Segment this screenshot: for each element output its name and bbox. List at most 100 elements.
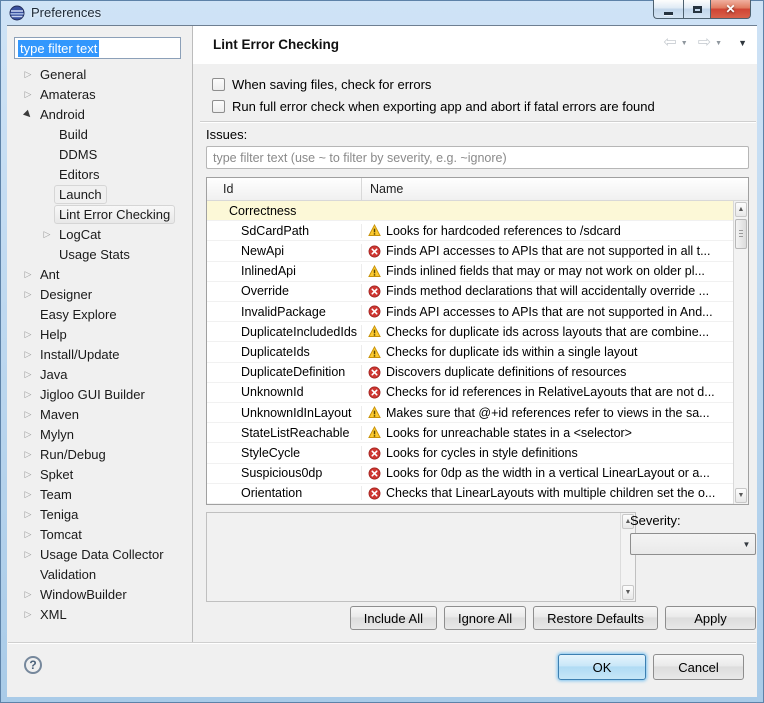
sidebar-item-label: Java [40,366,68,382]
sidebar-item-java[interactable]: ▷ Java [9,364,191,384]
checkbox-row-export-check[interactable]: Run full error check when exporting app … [212,99,655,114]
checkbox-export-check[interactable] [212,100,225,113]
sidebar-item-usage-data-collector[interactable]: ▷ Usage Data Collector [9,544,191,564]
expand-arrow-icon[interactable]: ▷ [21,549,35,560]
forward-history-dropdown-icon[interactable]: ▼ [715,40,722,47]
sidebar-item-amateras[interactable]: ▷ Amateras [9,84,191,104]
view-menu-button[interactable]: ▼ [738,38,747,48]
minimize-button[interactable] [653,0,683,19]
table-scrollbar[interactable]: ▲ ▼ [733,201,748,504]
sidebar-item-jigloo-gui-builder[interactable]: ▷ Jigloo GUI Builder [9,384,191,404]
sidebar-item-editors[interactable]: Editors [9,164,191,184]
table-row[interactable]: InvalidPackage Finds API accesses to APIs… [207,302,733,323]
expand-arrow-icon[interactable]: ▷ [21,89,35,100]
severity-select[interactable]: ▼ [630,533,756,555]
column-header-name[interactable]: Name [362,178,733,200]
forward-button[interactable]: ⇨ [698,35,711,51]
expand-arrow-icon[interactable]: ▷ [21,329,35,340]
expand-arrow-icon[interactable]: ▷ [21,509,35,520]
issue-description: Makes sure that @+id references refer to… [386,405,710,420]
back-history-dropdown-icon[interactable]: ▼ [681,40,688,47]
scroll-down-icon[interactable]: ▼ [735,488,747,503]
sidebar-item-windowbuilder[interactable]: ▷ WindowBuilder [9,584,191,604]
column-header-id[interactable]: Id [207,178,362,200]
error-icon [368,467,381,480]
table-row[interactable]: Suspicious0dp Looks for 0dp as the width … [207,464,733,484]
sidebar-item-lint-error-checking[interactable]: Lint Error Checking [9,204,191,224]
table-row[interactable]: Orientation Checks that LinearLayouts wit… [207,484,733,505]
expand-arrow-icon[interactable]: ▷ [21,609,35,620]
table-row[interactable]: Correctness [207,201,733,222]
sidebar-item-ant[interactable]: ▷ Ant [9,264,191,284]
scrollbar-thumb[interactable] [735,219,747,249]
expand-arrow-icon[interactable]: ▷ [21,389,35,400]
sidebar-item-team[interactable]: ▷ Team [9,484,191,504]
restore-defaults-button[interactable]: Restore Defaults [533,606,658,630]
sidebar-item-designer[interactable]: ▷ Designer [9,284,191,304]
checkbox-save-check[interactable] [212,78,225,91]
issues-filter-input[interactable] [206,146,749,169]
sidebar-item-android[interactable]: ▶ Android [9,104,191,124]
sidebar-item-launch[interactable]: Launch [9,184,191,204]
scroll-up-icon[interactable]: ▲ [735,202,747,217]
expand-arrow-icon[interactable]: ▷ [21,409,35,420]
scroll-down-icon[interactable]: ▼ [622,585,634,600]
help-button[interactable]: ? [24,656,42,674]
checkbox-row-save-check[interactable]: When saving files, check for errors [212,77,431,92]
sidebar-item-spket[interactable]: ▷ Spket [9,464,191,484]
titlebar[interactable]: Preferences ✕ [0,0,764,25]
apply-button[interactable]: Apply [665,606,756,630]
table-row[interactable]: DuplicateIds Checks for duplicate ids wit… [207,342,733,363]
sidebar-item-install-update[interactable]: ▷ Install/Update [9,344,191,364]
table-row[interactable]: StyleCycle Looks for cycles in style defi… [207,443,733,464]
table-row[interactable]: StateListReachable Looks for unreachable … [207,423,733,444]
error-icon [368,386,381,399]
expand-arrow-icon[interactable]: ▷ [40,229,54,240]
sidebar-item-help[interactable]: ▷ Help [9,324,191,344]
expand-arrow-icon[interactable]: ▷ [21,429,35,440]
expand-arrow-icon[interactable]: ▷ [21,69,35,80]
expand-arrow-icon[interactable]: ▷ [21,269,35,280]
issue-name-cell: Finds API accesses to APIs that are not … [362,305,733,319]
include-all-button[interactable]: Include All [349,606,437,630]
tree-filter-input[interactable]: type filter text [14,37,181,59]
table-row[interactable]: Override Finds method declarations that w… [207,282,733,303]
sidebar-item-label: Run/Debug [40,446,106,462]
expand-arrow-icon[interactable]: ▷ [21,369,35,380]
sidebar-item-run-debug[interactable]: ▷ Run/Debug [9,444,191,464]
expand-arrow-icon[interactable]: ▷ [21,529,35,540]
sidebar-item-general[interactable]: ▷ General [9,64,191,84]
table-row[interactable]: NewApi Finds API accesses to APIs that ar… [207,241,733,262]
table-row[interactable]: UnknownId Checks for id references in Rel… [207,383,733,404]
sidebar-item-usage-stats[interactable]: Usage Stats [9,244,191,264]
table-row[interactable]: SdCardPath Looks for hardcoded references… [207,221,733,242]
ignore-all-button[interactable]: Ignore All [443,606,527,630]
sidebar-item-xml[interactable]: ▷ XML [9,604,191,624]
sidebar-item-build[interactable]: Build [9,124,191,144]
expand-arrow-icon[interactable]: ▷ [21,449,35,460]
table-row[interactable]: InlinedApi Finds inlined fields that may … [207,262,733,282]
table-row[interactable]: DuplicateDefinition Discovers duplicate d… [207,363,733,383]
ok-button[interactable]: OK [558,654,646,680]
table-row[interactable]: UnknownIdInLayout Makes sure that @+id re… [207,403,733,424]
expand-arrow-icon[interactable]: ▷ [21,289,35,300]
issue-description-box[interactable]: ▲ ▼ [206,512,636,602]
maximize-button[interactable] [683,0,711,19]
expand-arrow-icon[interactable]: ▷ [21,489,35,500]
expand-arrow-icon[interactable]: ▷ [21,349,35,360]
sidebar-item-tomcat[interactable]: ▷ Tomcat [9,524,191,544]
sidebar-item-teniga[interactable]: ▷ Teniga [9,504,191,524]
sidebar-item-validation[interactable]: Validation [9,564,191,584]
sidebar-item-logcat[interactable]: ▷ LogCat [9,224,191,244]
sidebar-item-maven[interactable]: ▷ Maven [9,404,191,424]
cancel-button[interactable]: Cancel [653,654,744,680]
back-button[interactable]: ⇦ [663,35,676,51]
sidebar-item-easy-explore[interactable]: Easy Explore [9,304,191,324]
issue-description: Finds inlined fields that may or may not… [386,264,705,279]
expand-arrow-icon[interactable]: ▷ [21,589,35,600]
close-button[interactable]: ✕ [711,0,751,19]
sidebar-item-mylyn[interactable]: ▷ Mylyn [9,424,191,444]
table-row[interactable]: DuplicateIncludedIds Checks for duplicate… [207,322,733,343]
sidebar-item-ddms[interactable]: DDMS [9,144,191,164]
expand-arrow-icon[interactable]: ▷ [21,469,35,480]
